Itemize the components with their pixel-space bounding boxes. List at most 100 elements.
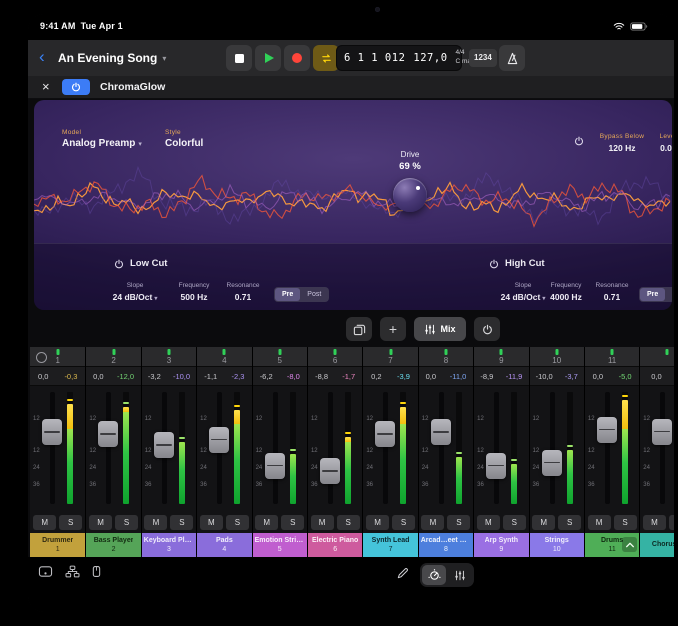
- record-enable-indicator[interactable]: [56, 349, 59, 355]
- track-name-plate[interactable]: Arp Synth 9: [474, 533, 528, 557]
- record-enable-indicator[interactable]: [555, 349, 558, 355]
- bypass-below-value[interactable]: 120 Hz: [591, 143, 653, 153]
- style-selector[interactable]: Style Colorful: [165, 129, 203, 149]
- fader-handle[interactable]: [154, 432, 174, 458]
- routing-icon[interactable]: [65, 565, 80, 578]
- fader-handle[interactable]: [98, 421, 118, 447]
- solo-button[interactable]: S: [281, 515, 304, 530]
- mute-button[interactable]: M: [643, 515, 666, 530]
- stack-collapse-button[interactable]: [622, 537, 637, 552]
- fader-handle[interactable]: [42, 419, 62, 445]
- drive-knob[interactable]: [393, 178, 427, 212]
- browser-icon[interactable]: [38, 565, 53, 578]
- record-enable-indicator[interactable]: [112, 349, 115, 355]
- pre-button[interactable]: Pre: [275, 288, 300, 301]
- solo-button[interactable]: S: [558, 515, 581, 530]
- mute-button[interactable]: M: [532, 515, 555, 530]
- post-button[interactable]: Post: [665, 288, 672, 301]
- fader-handle[interactable]: [375, 421, 395, 447]
- solo-button[interactable]: S: [447, 515, 470, 530]
- track-name-plate[interactable]: Pads 4: [197, 533, 251, 557]
- lcd-display[interactable]: 6 1 1 012 127,0 4/4 C maj: [336, 45, 462, 71]
- solo-button[interactable]: S: [503, 515, 526, 530]
- solo-button[interactable]: S: [392, 515, 415, 530]
- record-enable-indicator[interactable]: [167, 349, 170, 355]
- solo-button[interactable]: S: [115, 515, 138, 530]
- fader-handle[interactable]: [652, 419, 672, 445]
- record-enable-indicator[interactable]: [666, 349, 669, 355]
- mute-button[interactable]: M: [588, 515, 611, 530]
- track-name-plate[interactable]: Bass Player 2: [86, 533, 140, 557]
- edit-pencil-icon[interactable]: [396, 567, 409, 580]
- track-name-plate[interactable]: Chorus V: [640, 533, 674, 557]
- mute-button[interactable]: M: [421, 515, 444, 530]
- solo-button[interactable]: S: [614, 515, 637, 530]
- fader-handle[interactable]: [486, 453, 506, 479]
- low-cut-power-icon[interactable]: [114, 259, 124, 269]
- track-name-plate[interactable]: Drummer 1: [30, 533, 85, 557]
- track-name-plate[interactable]: Synth Lead 7: [363, 533, 417, 557]
- mute-button[interactable]: M: [311, 515, 334, 530]
- solo-button[interactable]: S: [337, 515, 360, 530]
- metronome-button[interactable]: [499, 45, 525, 71]
- solo-button[interactable]: S: [170, 515, 193, 530]
- track-name-plate[interactable]: Drums 11: [585, 533, 639, 557]
- back-chevron-button[interactable]: ‹: [39, 47, 45, 67]
- stop-button[interactable]: [226, 45, 252, 71]
- record-button[interactable]: [284, 45, 310, 71]
- mix-view-button[interactable]: Mix: [414, 317, 466, 341]
- close-plugin-button[interactable]: ×: [42, 79, 50, 94]
- master-strip-icon[interactable]: [36, 352, 47, 363]
- mixer-power-button[interactable]: [474, 317, 500, 341]
- track-name-plate[interactable]: Keyboard Player 3: [142, 533, 196, 557]
- level-value[interactable]: 0.0: [645, 143, 672, 153]
- midi-device-icon[interactable]: [92, 565, 101, 578]
- count-in-button[interactable]: 1234: [469, 49, 497, 67]
- mute-button[interactable]: M: [477, 515, 500, 530]
- record-enable-indicator[interactable]: [611, 349, 614, 355]
- mute-solo-row: M S: [474, 512, 528, 533]
- high-cut-power-icon[interactable]: [489, 259, 499, 269]
- record-enable-indicator[interactable]: [278, 349, 281, 355]
- fader-handle[interactable]: [320, 458, 340, 484]
- solo-button[interactable]: S: [59, 515, 82, 530]
- add-track-button[interactable]: +: [380, 317, 406, 341]
- duplicate-button[interactable]: [346, 317, 372, 341]
- pre-button[interactable]: Pre: [640, 288, 665, 301]
- mute-button[interactable]: M: [255, 515, 278, 530]
- song-title-button[interactable]: An Evening Song ▾: [58, 51, 166, 65]
- mute-button[interactable]: M: [366, 515, 389, 530]
- low-cut-resonance[interactable]: Resonance 0.71: [213, 282, 273, 302]
- post-button[interactable]: Post: [300, 288, 328, 301]
- high-cut-resonance[interactable]: Resonance 0.71: [582, 282, 642, 302]
- controls-view-button[interactable]: [422, 565, 446, 585]
- play-button[interactable]: [255, 45, 281, 71]
- record-enable-indicator[interactable]: [223, 349, 226, 355]
- fader-handle[interactable]: [265, 453, 285, 479]
- solo-button[interactable]: S: [669, 515, 674, 530]
- scale-tick-label: 36: [89, 482, 96, 488]
- model-selector[interactable]: Model Analog Preamp▾: [62, 129, 142, 149]
- plugin-power-button[interactable]: [62, 79, 90, 95]
- mute-button[interactable]: M: [144, 515, 167, 530]
- track-name-plate[interactable]: Strings 10: [530, 533, 584, 557]
- low-cut-slope[interactable]: Slope 24 dB/Oct▾: [105, 282, 165, 302]
- fader-handle[interactable]: [542, 450, 562, 476]
- record-enable-indicator[interactable]: [334, 349, 337, 355]
- mute-button[interactable]: M: [89, 515, 112, 530]
- mute-button[interactable]: M: [33, 515, 56, 530]
- fader-handle[interactable]: [209, 427, 229, 453]
- track-name-plate[interactable]: Electric Piano 6: [308, 533, 362, 557]
- track-name-plate[interactable]: Arcad…eet Pad 8: [419, 533, 473, 557]
- fader-handle[interactable]: [597, 417, 617, 443]
- volume-db-value: -6,2: [260, 372, 273, 381]
- fader-handle[interactable]: [431, 419, 451, 445]
- mute-button[interactable]: M: [200, 515, 223, 530]
- record-enable-indicator[interactable]: [444, 349, 447, 355]
- track-name-plate[interactable]: Emotion Strings 5: [253, 533, 307, 557]
- record-enable-indicator[interactable]: [389, 349, 392, 355]
- solo-button[interactable]: S: [226, 515, 249, 530]
- bypass-power-icon[interactable]: [574, 136, 584, 146]
- mixer-view-button[interactable]: [448, 565, 472, 585]
- record-enable-indicator[interactable]: [500, 349, 503, 355]
